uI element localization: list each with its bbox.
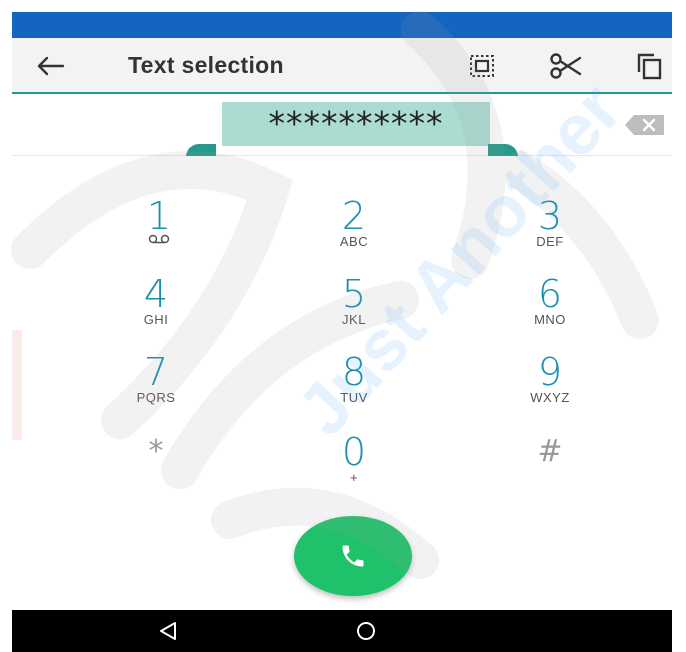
key-letters: JKL (342, 312, 366, 327)
key-digit: * (148, 434, 164, 469)
copy-icon (637, 53, 662, 80)
key-digit: 5 (341, 272, 367, 316)
dialpad: 1 2 ABC 3 DEF 4 GHI 5 JKL 6 MNO 7 PQRS 8… (12, 156, 672, 610)
dialpad-key-1[interactable]: 1 (99, 196, 219, 266)
dialpad-key-8[interactable]: 8 TUV (294, 352, 414, 422)
dialpad-key-4[interactable]: 4 GHI (96, 274, 216, 344)
select-all-button[interactable] (465, 50, 499, 82)
dialpad-key-6[interactable]: 6 MNO (490, 274, 610, 344)
key-digit: 7 (143, 350, 169, 394)
key-letters: ABC (339, 234, 369, 249)
key-letters: TUV (340, 390, 368, 405)
key-digit: 4 (143, 272, 169, 316)
navigation-bar (12, 610, 672, 652)
dial-input-row: ********** (12, 94, 672, 170)
key-digit: 2 (341, 194, 367, 238)
key-digit: 9 (537, 350, 563, 394)
dialpad-key-2[interactable]: 2 ABC (294, 196, 414, 266)
dialpad-key-0[interactable]: 0 + (294, 432, 414, 502)
backspace-button[interactable] (624, 114, 666, 136)
key-digit: # (537, 434, 563, 469)
dialpad-key-3[interactable]: 3 DEF (490, 196, 610, 266)
dialpad-key-hash[interactable]: # (490, 432, 610, 502)
dialpad-key-7[interactable]: 7 PQRS (96, 352, 216, 422)
action-bar: Text selection (12, 38, 672, 94)
nav-back-button[interactable] (148, 616, 188, 646)
frame-right (672, 0, 686, 652)
key-digit: 3 (537, 194, 563, 238)
back-arrow-icon (37, 56, 65, 76)
back-button[interactable] (32, 50, 68, 82)
dial-input-field[interactable]: ********** (224, 106, 488, 142)
nav-home-icon (357, 622, 375, 640)
dialpad-key-5[interactable]: 5 JKL (294, 274, 414, 344)
frame-top (0, 0, 686, 12)
nav-back-icon (160, 622, 176, 640)
dialpad-key-star[interactable]: * (96, 432, 216, 502)
key-digit: 8 (341, 350, 367, 394)
key-letters: GHI (143, 312, 169, 327)
dialpad-key-9[interactable]: 9 WXYZ (490, 352, 610, 422)
cut-icon (550, 53, 582, 79)
key-letters: + (349, 470, 359, 485)
cut-button[interactable] (549, 50, 583, 82)
copy-button[interactable] (632, 50, 666, 82)
key-digit: 1 (146, 194, 172, 238)
key-letters: PQRS (136, 390, 176, 405)
nav-home-button[interactable] (346, 616, 386, 646)
status-bar (12, 12, 672, 38)
key-digit: 0 (341, 430, 367, 474)
action-title: Text selection (128, 52, 284, 78)
backspace-icon (625, 115, 664, 135)
frame-left (0, 0, 12, 652)
key-letters: WXYZ (530, 390, 570, 405)
select-all-icon (470, 55, 494, 77)
call-button[interactable] (294, 516, 412, 596)
key-letters: DEF (536, 234, 564, 249)
phone-icon (342, 545, 364, 567)
key-digit: 6 (537, 272, 563, 316)
key-letters: MNO (534, 312, 566, 327)
